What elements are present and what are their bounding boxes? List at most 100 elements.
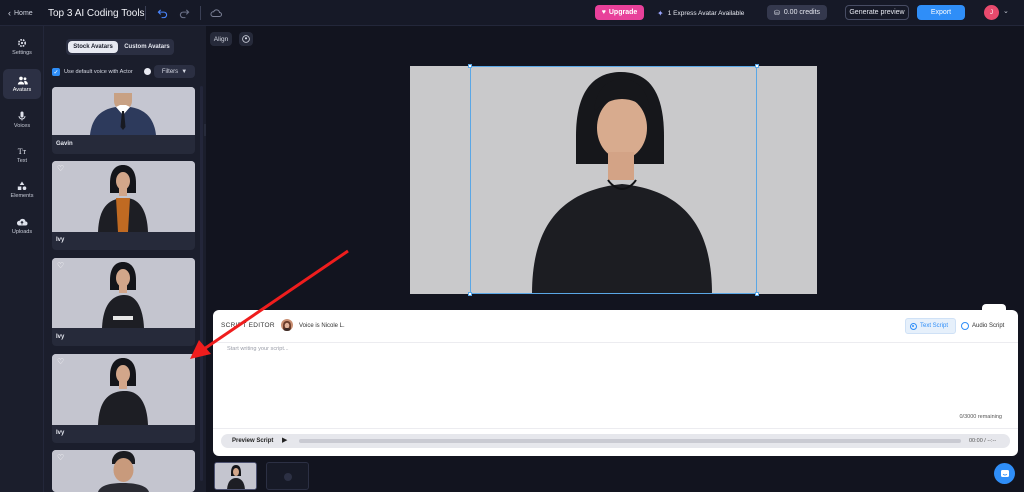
sparkle-icon: ✦ [657,8,664,18]
check-icon: ✓ [53,69,59,76]
preview-script-button[interactable]: Preview Script [232,438,273,444]
upgrade-button[interactable]: ♥ Upgrade [595,5,644,20]
sidebar-item-settings[interactable]: Settings [3,32,41,62]
avatar-name: Gavin [56,141,73,147]
resize-handle[interactable] [755,292,759,296]
chevron-down-icon[interactable]: ⌄ [1003,7,1009,15]
align-button[interactable]: Align [210,32,232,46]
home-label: Home [14,9,33,17]
avatar-name: Ivy [56,430,65,436]
cloud-upload-icon [16,218,28,226]
avatar-thumbnail: ♡ [52,258,195,328]
generate-preview-label: Generate preview [849,9,905,16]
resize-handle[interactable] [755,64,759,68]
people-icon [17,76,28,84]
avatar-tabs: Stock Avatars Custom Avatars [66,39,174,55]
video-canvas[interactable] [410,64,817,296]
sidebar-item-label: Elements [10,193,34,199]
preview-time: 00:00 / --:-- [969,438,997,444]
chevron-left-icon: ‹ [8,8,11,18]
undo-icon [157,8,168,18]
sidebar-item-uploads[interactable]: Uploads [3,211,41,241]
avatar-thumbnail: ♡ [52,354,195,425]
align-label: Align [213,35,229,43]
preview-bar: Preview Script ▶ 00:00 / --:-- [221,434,1010,448]
redo-button[interactable] [179,0,190,26]
cloud-save-status [210,0,222,26]
annotation-arrow [190,249,349,359]
coins-icon: ⛁ [773,9,780,17]
remaining-count: 0/3000 remaining [959,414,1002,420]
text-icon: Tт [17,146,27,156]
favorite-heart-icon[interactable]: ♡ [57,358,64,366]
avatar-card-ivy[interactable]: ♡ Ivy [52,258,195,346]
text-script-option[interactable]: Text Script [905,318,956,334]
upgrade-label: Upgrade [608,9,638,16]
tab-label: Stock Avatars [73,44,113,50]
add-scene-slot[interactable] [266,462,309,490]
chat-support-button[interactable] [994,463,1015,484]
avatar-thumbnail [52,87,195,135]
tab-custom-avatars[interactable]: Custom Avatars [122,41,172,53]
heart-icon: ♥ [601,9,606,16]
filters-label: Filters [161,68,179,75]
avatar-name: Ivy [56,237,65,243]
user-avatar[interactable]: J [984,5,999,20]
sidebar-item-label: Avatars [12,86,32,93]
resize-handle[interactable] [468,64,472,68]
export-button[interactable]: Export [917,5,965,20]
sidebar-item-avatars[interactable]: Avatars [3,69,41,99]
gear-icon [17,38,27,48]
redo-icon [179,8,190,18]
avatar-card-gavin[interactable]: Gavin [52,87,195,154]
chat-icon [1000,469,1009,477]
sidebar-item-text[interactable]: Tт Text [3,140,41,170]
avatar-thumbnail: ♡ [52,161,195,232]
filters-button[interactable]: Filters ▼ [154,65,195,78]
avatar-card[interactable]: ♡ [52,450,195,492]
project-title[interactable]: Top 3 AI Coding Tools [48,0,145,26]
filter-icon: ▼ [181,68,188,75]
shapes-icon [17,181,27,190]
home-link[interactable]: ‹ Home [8,0,33,26]
scene-thumbnail[interactable] [214,462,257,490]
tab-label: Custom Avatars [124,44,170,50]
avatar-settings-button[interactable] [239,32,253,46]
favorite-heart-icon[interactable]: ♡ [57,262,64,270]
cloud-icon [210,9,222,17]
avatar-card-ivy[interactable]: ♡ Ivy [52,354,195,443]
user-circle-icon [242,35,250,43]
sidebar-item-label: Uploads [11,229,33,235]
generate-preview-button[interactable]: Generate preview [845,5,909,20]
sidebar-item-voices[interactable]: Voices [3,105,41,135]
top-bar: ‹ Home Top 3 AI Coding Tools ♥ Upgrade ✦… [0,0,1024,26]
tab-stock-avatars[interactable]: Stock Avatars [68,41,118,53]
export-label: Export [930,9,952,16]
express-label: 1 Express Avatar Available [667,9,745,17]
add-scene-icon [284,473,292,481]
divider [200,6,201,20]
sidebar-item-elements[interactable]: Elements [3,175,41,205]
avatar-name: Ivy [56,334,65,340]
info-icon[interactable] [144,68,151,75]
default-voice-label: Use default voice with Actor [64,69,133,75]
audio-script-option[interactable]: Audio Script [959,318,1011,334]
sidebar-item-label: Settings [12,50,32,56]
text-script-label: Text Script [920,323,949,329]
undo-button[interactable] [157,0,168,26]
play-icon[interactable]: ▶ [282,437,287,444]
favorite-heart-icon[interactable]: ♡ [57,165,64,173]
express-avatar-status[interactable]: ✦ 1 Express Avatar Available [657,0,744,26]
avatar-card-ivy[interactable]: ♡ Ivy [52,161,195,250]
selection-box[interactable] [470,66,757,294]
resize-handle[interactable] [468,292,472,296]
preview-progress-track[interactable] [299,439,961,443]
sidebar-item-label: Text [16,157,28,164]
sidebar-item-label: Voices [13,123,31,129]
default-voice-checkbox[interactable]: ✓ [52,68,60,76]
project-title-text: Top 3 AI Coding Tools [48,7,145,19]
credits-button[interactable]: ⛁ 0.00 credits [767,5,827,20]
radio-icon [961,322,969,330]
favorite-heart-icon[interactable]: ♡ [57,454,64,462]
credits-label: 0.00 credits [783,9,821,16]
